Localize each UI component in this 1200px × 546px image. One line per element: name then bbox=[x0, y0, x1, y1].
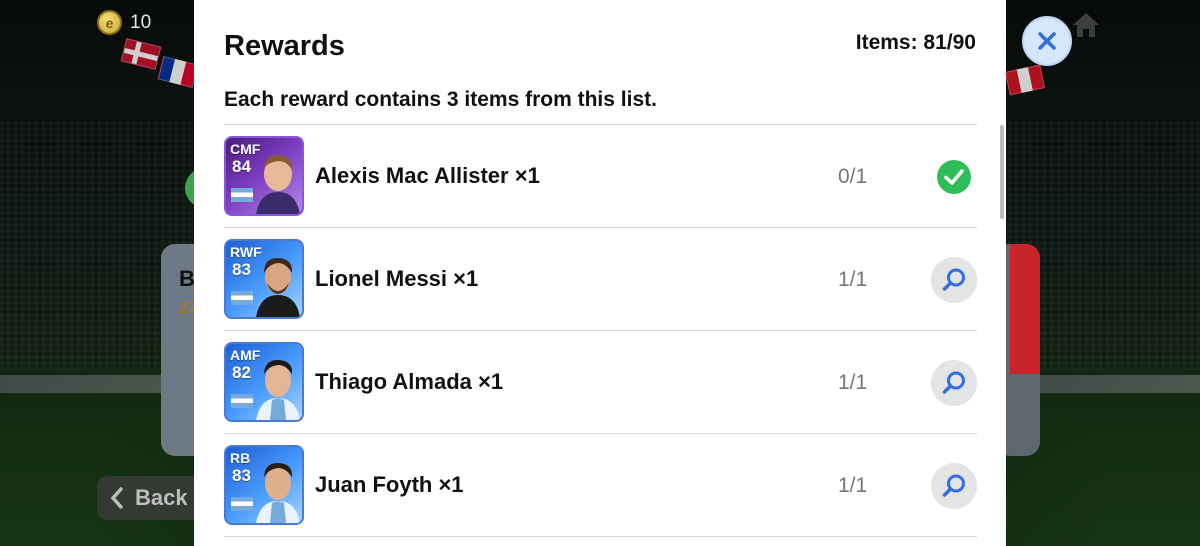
player-card-thumbnail[interactable]: RWF 83 bbox=[224, 239, 304, 319]
player-portrait bbox=[256, 154, 300, 214]
chevron-left-icon bbox=[110, 487, 123, 509]
checkmark-icon bbox=[937, 160, 971, 194]
close-button[interactable] bbox=[1022, 16, 1072, 66]
rewards-modal: Rewards Items: 81/90 Each reward contain… bbox=[194, 0, 1006, 546]
reward-progress: 1/1 bbox=[838, 474, 868, 497]
modal-subtitle: Each reward contains 3 items from this l… bbox=[224, 88, 657, 111]
player-portrait bbox=[256, 257, 300, 317]
back-button[interactable]: Back bbox=[97, 476, 207, 520]
view-details-button[interactable] bbox=[931, 257, 977, 303]
search-icon bbox=[942, 371, 965, 394]
coin-icon: e bbox=[97, 10, 122, 35]
view-details-button[interactable] bbox=[931, 360, 977, 406]
list-item[interactable]: RWF 83 Lionel Messi ×1 1/1 bbox=[224, 228, 977, 331]
argentina-flag-icon bbox=[231, 497, 253, 511]
obtained-status bbox=[931, 154, 977, 200]
search-icon bbox=[942, 268, 965, 291]
player-rating: 82 bbox=[232, 363, 251, 382]
list-item[interactable]: RB 83 Juan Foyth ×1 1/1 bbox=[224, 434, 977, 537]
home-icon[interactable] bbox=[1070, 10, 1102, 40]
player-card-thumbnail[interactable]: RB 83 bbox=[224, 445, 304, 525]
player-rating: 83 bbox=[232, 466, 251, 485]
player-name: Alexis Mac Allister ×1 bbox=[315, 163, 540, 188]
coin-balance-value: 10 bbox=[130, 11, 152, 33]
reward-progress: 1/1 bbox=[838, 371, 868, 394]
search-icon bbox=[942, 474, 965, 497]
player-rating: 83 bbox=[232, 260, 251, 279]
list-item[interactable]: AMF 82 Thiago Almada ×1 1/1 bbox=[224, 331, 977, 434]
player-portrait bbox=[256, 359, 300, 420]
player-position: RB bbox=[230, 450, 251, 466]
argentina-flag-icon bbox=[231, 291, 253, 305]
player-portrait bbox=[256, 462, 300, 523]
back-label: Back bbox=[135, 485, 188, 510]
coin-balance: e 10 bbox=[97, 10, 151, 35]
player-rating: 84 bbox=[232, 157, 251, 176]
modal-title: Rewards bbox=[224, 30, 345, 62]
player-name: Juan Foyth ×1 bbox=[315, 472, 464, 497]
player-name: Lionel Messi ×1 bbox=[315, 266, 479, 291]
event-card-letter: B bbox=[179, 266, 195, 291]
rewards-list[interactable]: CMF 84 Alexis Mac Allister ×1 0/1 RWF 83… bbox=[224, 124, 977, 537]
reward-progress: 1/1 bbox=[838, 268, 868, 291]
list-scrollbar[interactable] bbox=[1000, 125, 1004, 219]
close-icon bbox=[1038, 32, 1056, 50]
items-count: Items: 81/90 bbox=[855, 31, 976, 54]
view-details-button[interactable] bbox=[931, 463, 977, 509]
reward-progress: 0/1 bbox=[838, 165, 868, 188]
list-item[interactable]: CMF 84 Alexis Mac Allister ×1 0/1 bbox=[224, 125, 977, 228]
player-card-thumbnail[interactable]: AMF 82 bbox=[224, 342, 304, 422]
card-accent bbox=[1010, 244, 1040, 374]
player-name: Thiago Almada ×1 bbox=[315, 369, 504, 394]
argentina-flag-icon bbox=[231, 188, 253, 202]
argentina-flag-icon bbox=[231, 394, 253, 408]
player-card-thumbnail[interactable]: CMF 84 bbox=[224, 136, 304, 216]
